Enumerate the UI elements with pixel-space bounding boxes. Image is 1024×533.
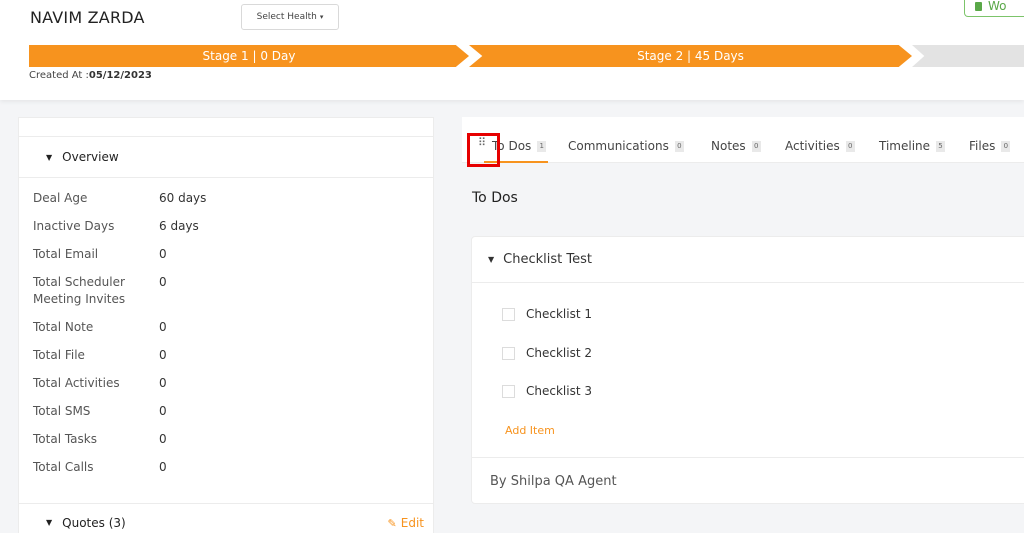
stage-2[interactable]: Stage 2 | 45 Days — [469, 45, 912, 67]
tab-activities[interactable]: Activities 0 — [785, 139, 855, 153]
overview-value: 0 — [159, 432, 167, 446]
quotes-section-header[interactable]: ▼ Quotes (3) ✎ Edit — [19, 503, 433, 533]
add-item-link[interactable]: Add Item — [505, 424, 555, 437]
overview-label: Total SMS — [33, 404, 91, 418]
overview-list: Deal Age 60 days Inactive Days 6 days To… — [19, 178, 433, 487]
tab-label: Notes — [711, 139, 746, 153]
overview-row-total-file: Total File 0 — [19, 347, 433, 375]
overview-row-total-scheduler-meeting-invites: Total Scheduler Meeting Invites 0 — [19, 274, 433, 319]
caret-down-icon: ▼ — [488, 255, 495, 264]
activity-tabs: ⠿ To Dos 1 Communications 0 Notes 0 Acti… — [462, 117, 1024, 163]
checklist-title: Checklist Test — [503, 252, 592, 267]
edit-quotes-button[interactable]: ✎ Edit — [388, 516, 424, 530]
overview-value: 60 days — [159, 191, 207, 205]
tab-label: Timeline — [879, 139, 931, 153]
checklist-card: ▼ Checklist Test Checklist 1 Checklist 2… — [471, 236, 1024, 504]
overview-label: Total Note — [33, 320, 94, 334]
checklist-item-label: Checklist 3 — [526, 384, 592, 398]
overview-value: 0 — [159, 404, 167, 418]
tab-label: Files — [969, 139, 996, 153]
tab-count-badge: 0 — [674, 140, 684, 152]
highlight-annotation-box — [467, 133, 500, 167]
overview-row-total-activities: Total Activities 0 — [19, 375, 433, 403]
overview-row-inactive-days: Inactive Days 6 days — [19, 218, 433, 246]
stage-1-label: Stage 1 | 0 Day — [202, 49, 296, 63]
caret-down-icon: ▼ — [46, 152, 53, 162]
stage-1[interactable]: Stage 1 | 0 Day — [29, 45, 469, 67]
overview-label: Total Email — [33, 247, 99, 261]
quotes-title: Quotes (3) — [62, 515, 126, 530]
checklist-item: Checklist 2 — [502, 346, 592, 360]
overview-row-total-tasks: Total Tasks 0 — [19, 431, 433, 459]
overview-value: 0 — [159, 275, 167, 289]
pencil-icon: ✎ — [387, 516, 397, 530]
overview-row-total-note: Total Note 0 — [19, 319, 433, 347]
pipeline-stages: Stage 1 | 0 Day Stage 2 | 45 Days — [29, 45, 1024, 67]
checklist-checkbox[interactable] — [502, 384, 515, 398]
checklist-item: Checklist 3 — [502, 384, 592, 398]
stage-2-label: Stage 2 | 45 Days — [637, 49, 744, 63]
panel-top-bar — [19, 118, 433, 137]
overview-value: 0 — [159, 348, 167, 362]
checklist-header[interactable]: ▼ Checklist Test — [472, 237, 1024, 283]
tab-count-badge: 1 — [537, 140, 547, 152]
author-label: By Shilpa QA Agent — [490, 473, 617, 489]
checklist-item: Checklist 1 — [502, 307, 592, 321]
edit-label: Edit — [400, 516, 424, 530]
tab-timeline[interactable]: Timeline 5 — [879, 139, 946, 153]
checklist-checkbox[interactable] — [502, 307, 515, 321]
overview-row-total-email: Total Email 0 — [19, 246, 433, 274]
checklist-checkbox[interactable] — [502, 346, 515, 360]
overview-label: Deal Age — [33, 191, 88, 205]
caret-down-icon: ▾ — [319, 13, 324, 21]
overview-label: Total Tasks — [33, 432, 97, 446]
tab-count-badge: 0 — [845, 140, 855, 152]
overview-label: Total Activities — [33, 376, 120, 390]
contact-name: NAVIM ZARDA — [30, 8, 145, 27]
overview-value: 0 — [159, 460, 167, 474]
checklist-item-label: Checklist 2 — [526, 346, 592, 360]
overview-title: Overview — [62, 150, 119, 164]
overview-value: 0 — [159, 376, 167, 390]
tab-communications[interactable]: Communications 0 — [568, 139, 684, 153]
stage-3[interactable] — [912, 45, 1024, 67]
thumbs-up-icon — [975, 1, 982, 11]
tab-label: Communications — [568, 139, 669, 153]
overview-label: Total Calls — [33, 460, 94, 474]
won-button-label: Wo — [988, 0, 1007, 13]
tab-count-badge: 0 — [751, 140, 761, 152]
tab-notes[interactable]: Notes 0 — [711, 139, 761, 153]
tab-count-badge: 5 — [936, 140, 946, 152]
overview-value: 0 — [159, 247, 167, 261]
created-at-date: 05/12/2023 — [88, 70, 152, 81]
tab-label: Activities — [785, 139, 840, 153]
checklist-item-label: Checklist 1 — [526, 307, 592, 321]
created-at: Created At :05/12/2023 — [29, 70, 152, 81]
overview-value: 6 days — [159, 219, 199, 233]
todos-title: To Dos — [472, 190, 518, 206]
select-health-label: Select Health — [256, 12, 317, 22]
overview-label: Total File — [33, 348, 85, 362]
overview-label: Total Scheduler Meeting Invites — [33, 275, 126, 306]
deal-header: NAVIM ZARDA Select Health ▾ Wo Stage 1 |… — [0, 0, 1024, 100]
overview-row-deal-age: Deal Age 60 days — [19, 190, 433, 218]
tab-files[interactable]: Files 0 — [969, 139, 1011, 153]
deal-details-panel: ▼ Overview Deal Age 60 days Inactive Day… — [18, 117, 434, 533]
overview-row-total-sms: Total SMS 0 — [19, 403, 433, 431]
overview-section-header[interactable]: ▼ Overview — [19, 137, 433, 178]
checklist-author: By Shilpa QA Agent — [472, 457, 1024, 504]
created-at-label: Created At : — [29, 70, 89, 81]
won-button[interactable]: Wo — [964, 0, 1024, 17]
tab-todos[interactable]: To Dos 1 — [483, 139, 549, 163]
overview-value: 0 — [159, 320, 167, 334]
select-health-dropdown[interactable]: Select Health ▾ — [241, 4, 339, 30]
tab-count-badge: 0 — [1001, 140, 1011, 152]
overview-label: Inactive Days — [33, 219, 115, 233]
overview-row-total-calls: Total Calls 0 — [19, 459, 433, 487]
caret-down-icon: ▼ — [46, 518, 53, 527]
